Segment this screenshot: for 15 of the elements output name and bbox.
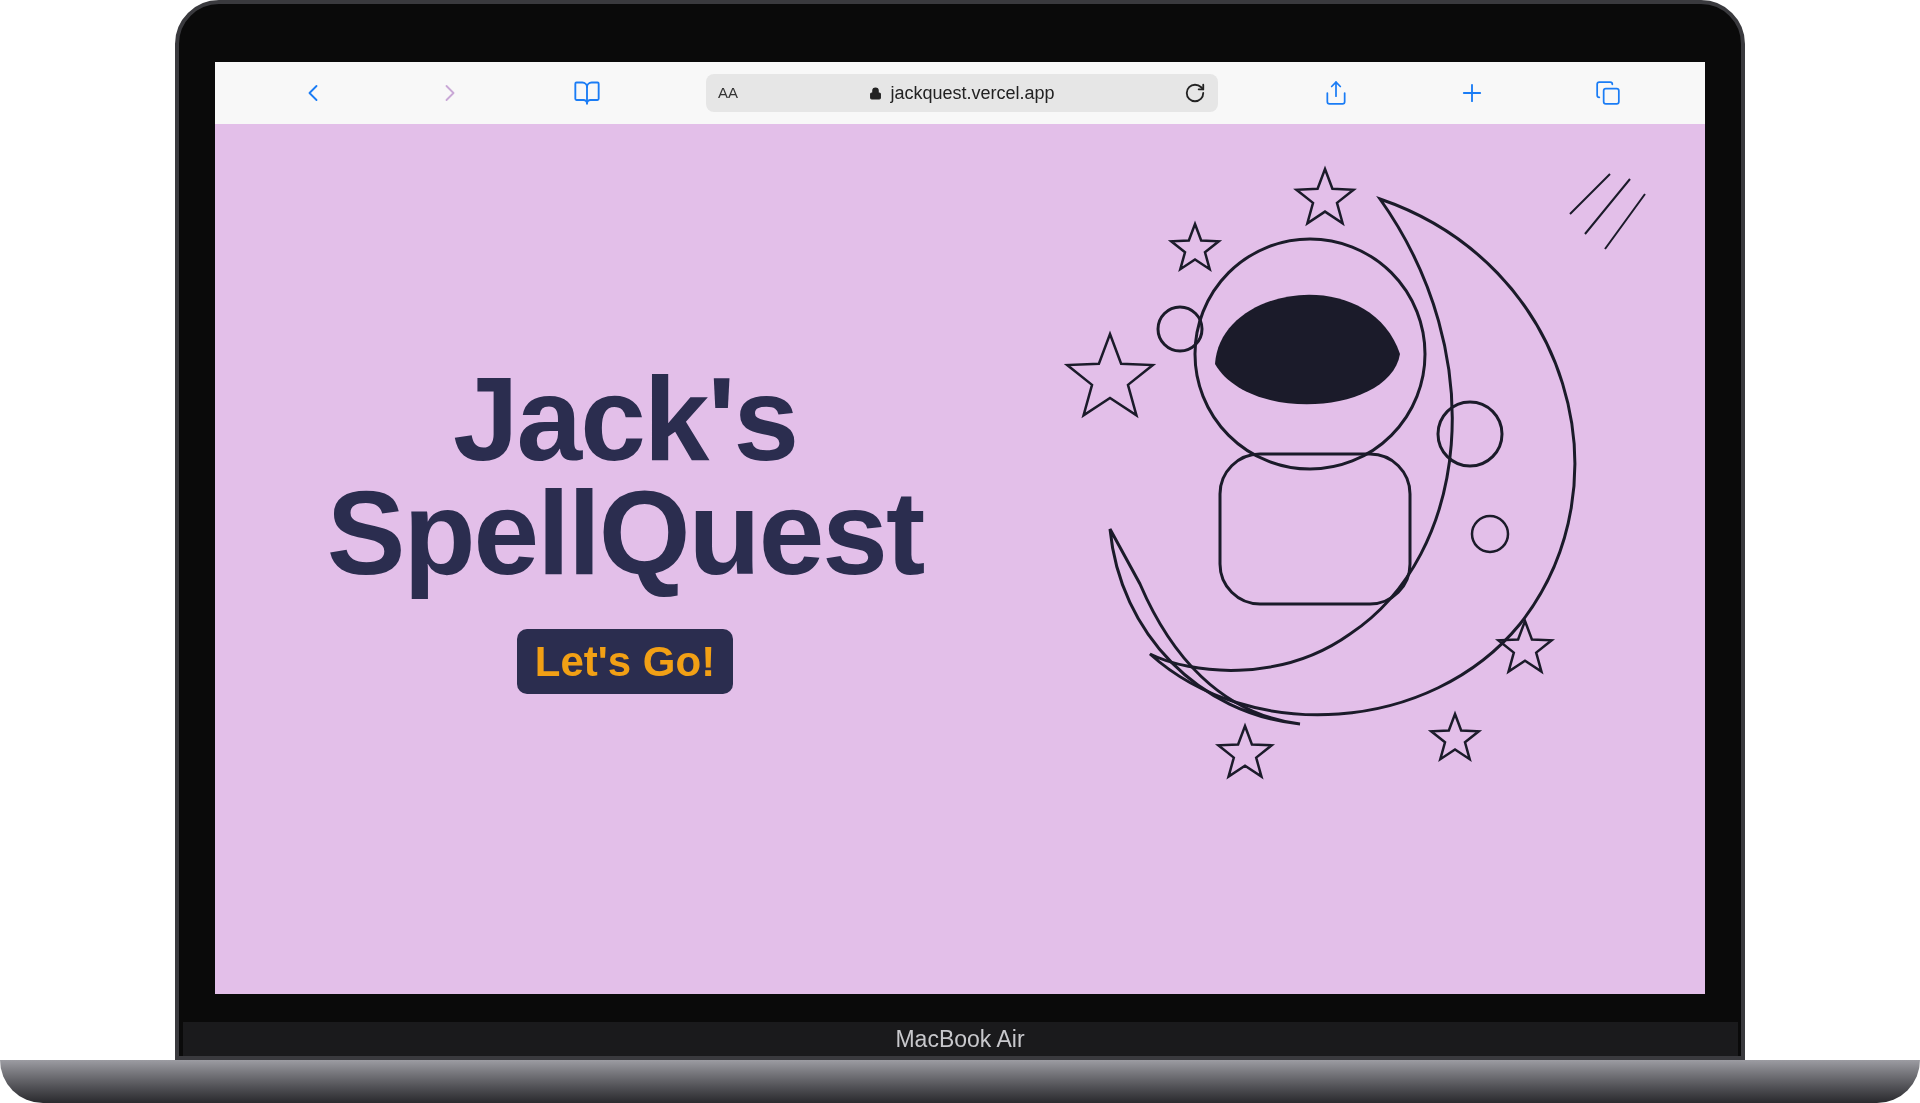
book-icon — [573, 79, 601, 107]
reader-label[interactable]: AA — [718, 81, 818, 105]
address-bar[interactable]: AA jackquest.vercel.app — [706, 74, 1218, 112]
lets-go-button[interactable]: Let's Go! — [516, 629, 734, 695]
star-drawing — [1427, 710, 1483, 763]
reload-icon[interactable] — [1184, 82, 1206, 104]
device-label: MacBook Air — [895, 1024, 1025, 1054]
star-drawing — [1214, 722, 1276, 780]
star-drawing — [1167, 220, 1223, 273]
tabs-icon — [1595, 80, 1621, 106]
share-icon — [1323, 80, 1349, 106]
star-drawing — [1293, 165, 1357, 227]
lock-icon — [869, 86, 883, 100]
star-drawing — [1494, 617, 1556, 675]
url-text: jackquest.vercel.app — [890, 81, 1055, 105]
